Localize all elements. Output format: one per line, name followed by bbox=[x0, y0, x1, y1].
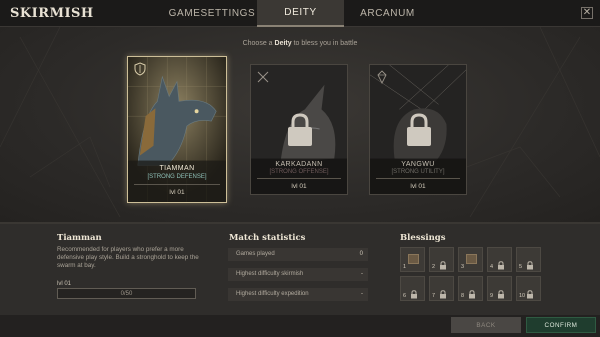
crossed-swords-icon bbox=[257, 71, 269, 83]
close-icon[interactable]: ✕ bbox=[581, 7, 593, 19]
subtitle-prefix: Choose a bbox=[242, 40, 275, 47]
xp-text: 0/50 bbox=[120, 290, 133, 297]
stat-row: Highest difficulty expedition - bbox=[228, 288, 368, 301]
blessings-title: Blessings bbox=[400, 233, 446, 243]
blessing-slot-number: 1 bbox=[403, 264, 407, 270]
stat-value: - bbox=[361, 291, 363, 297]
choose-deity-subtitle: Choose a Deity to bless you in battle bbox=[0, 40, 600, 47]
gem-icon bbox=[377, 70, 387, 84]
deity-level-label: lvl 01 bbox=[57, 281, 72, 287]
lock-icon bbox=[288, 113, 312, 146]
deity-info-title: Tiamman bbox=[57, 233, 102, 243]
blessing-slot-3[interactable]: 3 bbox=[458, 247, 483, 272]
top-bar: SKIRMISH GAMESETTINGS DEITY ARCANUM ✕ bbox=[0, 0, 600, 27]
lock-icon bbox=[439, 255, 447, 270]
confirm-button[interactable]: CONFIRM bbox=[526, 317, 596, 333]
blessing-slot-number: 6 bbox=[403, 293, 407, 299]
blessing-slot-number: 10 bbox=[519, 293, 526, 299]
blessing-slot-number: 4 bbox=[490, 264, 494, 270]
blessing-slot-number: 9 bbox=[490, 293, 494, 299]
blessing-slot-10[interactable]: 10 bbox=[516, 276, 541, 301]
deity-level: lvl 01 bbox=[169, 189, 185, 196]
lock-icon bbox=[468, 284, 476, 299]
blessing-icon bbox=[408, 254, 419, 264]
deity-name: TIAMMAN bbox=[159, 165, 195, 172]
tiamman-artwork bbox=[128, 57, 226, 202]
tab-gamesettings[interactable]: GAMESETTINGS bbox=[167, 0, 257, 27]
match-statistics-title: Match statistics bbox=[229, 233, 306, 243]
back-button[interactable]: BACK bbox=[451, 317, 521, 333]
lock-icon bbox=[497, 284, 505, 299]
stat-value: - bbox=[361, 271, 363, 277]
blessing-slot-6[interactable]: 6 bbox=[400, 276, 425, 301]
blessing-slot-number: 5 bbox=[519, 264, 523, 270]
tab-deity[interactable]: DEITY bbox=[257, 0, 344, 27]
blessing-slot-number: 7 bbox=[432, 293, 436, 299]
deity-tag: [STRONG OFFENSE] bbox=[269, 169, 329, 175]
stat-label: Highest difficulty skirmish bbox=[236, 271, 304, 277]
deity-info-description: Recommended for players who prefer a mor… bbox=[57, 246, 199, 269]
subtitle-emphasis: Deity bbox=[274, 40, 292, 47]
stat-row: Games played 0 bbox=[228, 248, 368, 261]
stat-label: Games played bbox=[236, 251, 275, 257]
card-divider bbox=[134, 184, 220, 185]
shield-icon bbox=[134, 62, 146, 76]
blessing-slot-number: 2 bbox=[432, 264, 436, 270]
blessing-slot-2[interactable]: 2 bbox=[429, 247, 454, 272]
deity-card-tiamman[interactable]: TIAMMAN [STRONG DEFENSE] lvl 01 bbox=[127, 56, 227, 203]
stat-value: 0 bbox=[359, 251, 363, 257]
blessing-slot-number: 8 bbox=[461, 293, 465, 299]
deity-name: YANGWU bbox=[401, 161, 435, 168]
blessing-slot-8[interactable]: 8 bbox=[458, 276, 483, 301]
blessing-slot-9[interactable]: 9 bbox=[487, 276, 512, 301]
subtitle-suffix: to bless you in battle bbox=[291, 40, 358, 47]
panel-divider bbox=[0, 222, 600, 224]
lock-icon bbox=[407, 113, 431, 146]
deity-tag: [STRONG DEFENSE] bbox=[147, 174, 207, 180]
xp-progress-bar: 0/50 bbox=[57, 288, 196, 299]
deity-card-yangwu[interactable]: YANGWU [STRONG UTILITY] lvl 01 bbox=[369, 64, 467, 195]
deity-tag: [STRONG UTILITY] bbox=[391, 169, 445, 175]
deity-level: lvl 01 bbox=[410, 183, 426, 190]
stat-row: Highest difficulty skirmish - bbox=[228, 268, 368, 281]
deity-name: KARKADANN bbox=[275, 161, 323, 168]
blessing-slot-4[interactable]: 4 bbox=[487, 247, 512, 272]
blessing-slot-5[interactable]: 5 bbox=[516, 247, 541, 272]
lock-icon bbox=[497, 255, 505, 270]
lock-icon bbox=[526, 255, 534, 270]
deity-card-karkadann[interactable]: KARKADANN [STRONG OFFENSE] lvl 01 bbox=[250, 64, 348, 195]
tab-arcanum[interactable]: ARCANUM bbox=[344, 0, 431, 27]
card-divider bbox=[376, 178, 460, 179]
blessing-slot-1[interactable]: 1 bbox=[400, 247, 425, 272]
lock-icon bbox=[439, 284, 447, 299]
lock-icon bbox=[526, 284, 534, 299]
card-divider bbox=[257, 178, 341, 179]
stat-label: Highest difficulty expedition bbox=[236, 291, 309, 297]
blessing-icon bbox=[466, 254, 477, 264]
lock-icon bbox=[410, 284, 418, 299]
blessing-slot-7[interactable]: 7 bbox=[429, 276, 454, 301]
deity-level: lvl 01 bbox=[291, 183, 307, 190]
blessing-slot-number: 3 bbox=[461, 264, 465, 270]
page-title: SKIRMISH bbox=[10, 6, 94, 21]
